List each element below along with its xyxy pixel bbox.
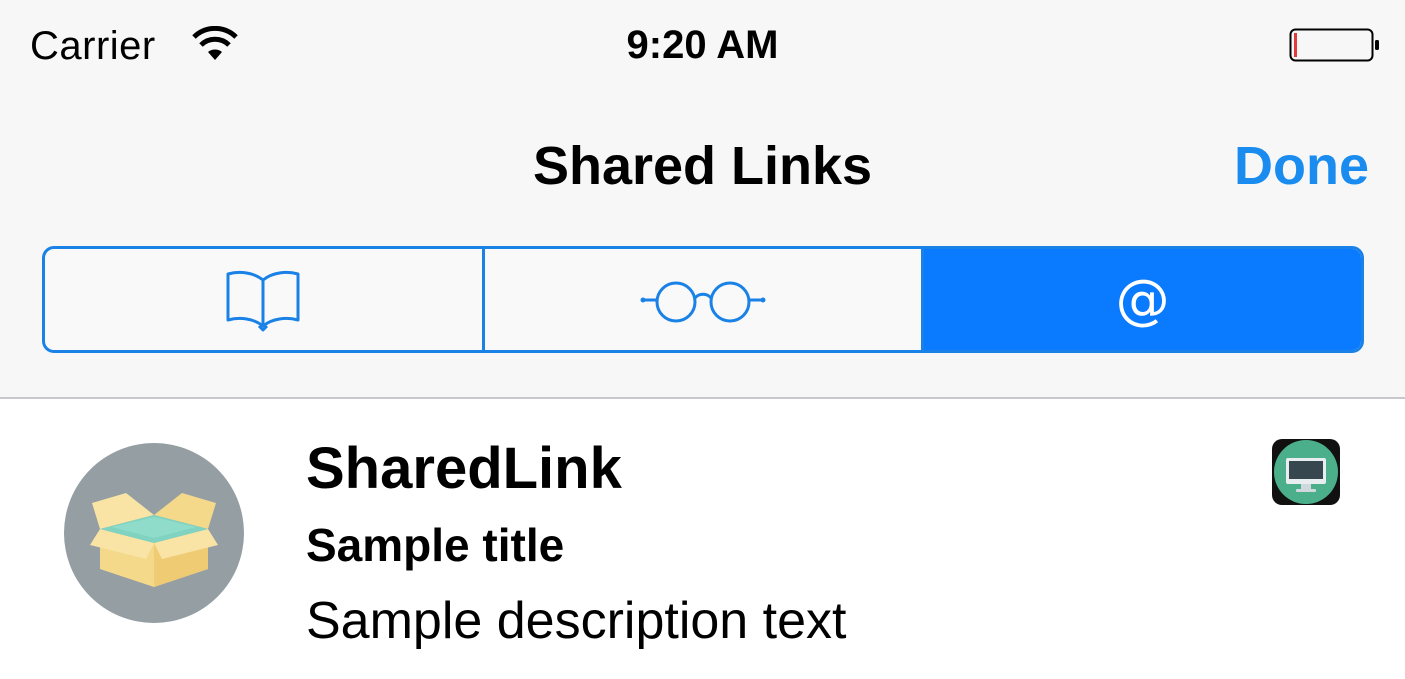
- link-title: Sample title: [306, 519, 565, 571]
- segment-reading-list[interactable]: [481, 249, 922, 350]
- book-icon: [226, 270, 300, 331]
- avatar: [64, 443, 244, 623]
- done-button[interactable]: Done: [1234, 135, 1369, 197]
- link-source: SharedLink: [306, 436, 622, 501]
- glasses-icon: [640, 281, 766, 322]
- battery-icon: [1289, 28, 1379, 62]
- open-box-icon: [90, 493, 218, 587]
- segmented-control: @: [42, 246, 1364, 353]
- segment-bookmarks[interactable]: [45, 249, 482, 350]
- at-icon: @: [1115, 267, 1170, 331]
- status-time: 9:20 AM: [626, 23, 779, 67]
- monitor-icon: [1272, 439, 1340, 505]
- segment-shared-links[interactable]: @: [921, 249, 1361, 350]
- page-title: Shared Links: [532, 136, 873, 196]
- link-description: Sample description text: [306, 592, 847, 650]
- shared-link-row[interactable]: SharedLink Sample title Sample descripti…: [0, 399, 1405, 679]
